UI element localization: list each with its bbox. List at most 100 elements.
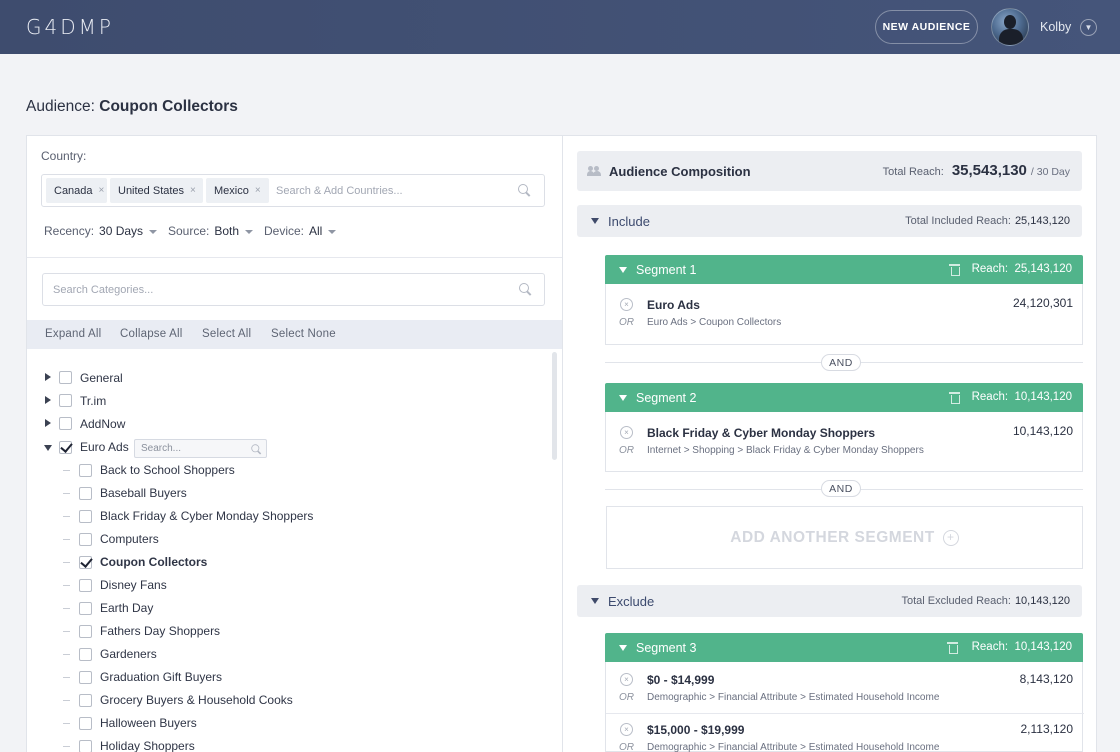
tree-item-addnow[interactable]: AddNow — [80, 415, 125, 433]
tree-item[interactable]: Baseball Buyers — [100, 484, 187, 502]
category-checkbox[interactable] — [59, 441, 72, 454]
remove-chip-icon[interactable]: × — [99, 185, 105, 196]
remove-chip-icon[interactable]: × — [255, 185, 261, 196]
included-reach: Total Included Reach: 25,143,120 — [905, 215, 1070, 227]
recency-filter[interactable]: Recency: 30 Days — [44, 224, 158, 238]
collapse-arrow-icon[interactable] — [619, 267, 627, 273]
new-audience-button[interactable]: NEW AUDIENCE — [875, 10, 978, 44]
remove-row-icon[interactable]: × — [620, 723, 633, 736]
trash-icon[interactable] — [949, 392, 960, 404]
page-title: Audience: Coupon Collectors — [26, 98, 238, 116]
category-toolbar: Expand All Collapse All Select All Selec… — [27, 320, 562, 349]
total-reach: Total Reach: 35,543,130 / 30 Day — [882, 162, 1070, 179]
category-checkbox[interactable] — [79, 556, 92, 569]
and-operator[interactable]: AND — [821, 480, 861, 497]
search-icon[interactable] — [519, 283, 532, 296]
app-logo[interactable]: G4DMP — [26, 15, 114, 39]
segment-reach: Reach: 10,143,120 — [971, 641, 1072, 653]
expand-arrow-icon[interactable] — [45, 373, 51, 381]
and-operator[interactable]: AND — [821, 354, 861, 371]
tree-item[interactable]: Gardeners — [100, 645, 157, 663]
segment-row-value: 8,143,120 — [1019, 672, 1073, 686]
category-checkbox[interactable] — [79, 717, 92, 730]
top-navbar: G4DMP NEW AUDIENCE Kolby ▼ — [0, 0, 1120, 54]
segment-row-value: 2,113,120 — [1020, 722, 1074, 736]
user-name[interactable]: Kolby — [1040, 20, 1071, 34]
tree-item[interactable]: Earth Day — [100, 599, 153, 617]
segment-row-value: 24,120,301 — [1012, 296, 1073, 310]
tree-item[interactable]: Computers — [100, 530, 159, 548]
trash-icon[interactable] — [949, 264, 960, 276]
category-checkbox[interactable] — [79, 510, 92, 523]
category-checkbox[interactable] — [79, 740, 92, 752]
search-icon[interactable] — [251, 444, 261, 454]
tree-item[interactable]: Fathers Day Shoppers — [100, 622, 220, 640]
tree-item[interactable]: Disney Fans — [100, 576, 167, 594]
country-selector[interactable]: Canada × United States × Mexico × Search & … — [41, 174, 545, 207]
trash-icon[interactable] — [947, 642, 958, 654]
include-section-header[interactable]: Include Total Included Reach: 25,143,120 — [577, 205, 1082, 237]
tree-item[interactable]: Graduation Gift Buyers — [100, 668, 222, 686]
collapse-arrow-icon[interactable] — [591, 218, 599, 224]
country-search-input[interactable]: Search & Add Countries... — [276, 185, 403, 197]
category-checkbox[interactable] — [79, 464, 92, 477]
chevron-down-icon[interactable]: ▼ — [1080, 19, 1097, 36]
search-icon[interactable] — [518, 184, 531, 197]
remove-row-icon[interactable]: × — [620, 298, 633, 311]
category-checkbox[interactable] — [79, 694, 92, 707]
tree-item[interactable]: Black Friday & Cyber Monday Shoppers — [100, 507, 313, 525]
category-search-input[interactable]: Search Categories... — [42, 273, 545, 306]
category-checkbox[interactable] — [79, 648, 92, 661]
category-checkbox[interactable] — [79, 487, 92, 500]
expand-all-button[interactable]: Expand All — [45, 328, 101, 340]
euro-ads-search-input[interactable]: Search... — [134, 439, 267, 458]
collapse-arrow-icon[interactable] — [619, 645, 627, 651]
tree-item[interactable]: Halloween Buyers — [100, 714, 197, 732]
segment-row-path: Euro Ads > Coupon Collectors — [647, 317, 782, 328]
tree-item-euro-ads[interactable]: Euro Ads — [80, 438, 129, 456]
collapse-all-button[interactable]: Collapse All — [120, 328, 183, 340]
segment-header[interactable]: Segment 2 Reach: 10,143,120 — [605, 383, 1083, 412]
country-label: Country: — [41, 149, 87, 163]
tree-item-general[interactable]: General — [80, 369, 123, 387]
segment-body: × OR Black Friday & Cyber Monday Shopper… — [605, 412, 1083, 472]
page-title-prefix: Audience: — [26, 98, 95, 115]
segment-row-path: Demographic > Financial Attribute > Esti… — [647, 692, 940, 703]
tree-item[interactable]: Back to School Shoppers — [100, 461, 235, 479]
add-segment-button[interactable]: ADD ANOTHER SEGMENT + — [606, 506, 1083, 569]
tree-item-trim[interactable]: Tr.im — [80, 392, 106, 410]
category-checkbox[interactable] — [79, 579, 92, 592]
tree-scrollbar[interactable] — [552, 352, 557, 460]
collapse-arrow-icon[interactable] — [591, 598, 599, 604]
device-filter[interactable]: Device: All — [264, 224, 337, 238]
category-checkbox[interactable] — [79, 671, 92, 684]
collapse-arrow-icon[interactable] — [619, 395, 627, 401]
category-checkbox[interactable] — [59, 417, 72, 430]
segment-header[interactable]: Segment 3 Reach: 10,143,120 — [605, 633, 1083, 662]
people-icon — [587, 166, 601, 176]
source-filter[interactable]: Source: Both — [168, 224, 254, 238]
segment-header[interactable]: Segment 1 Reach: 25,143,120 — [605, 255, 1083, 284]
category-checkbox[interactable] — [79, 625, 92, 638]
collapse-arrow-icon[interactable] — [44, 445, 52, 451]
country-chip: Mexico × — [206, 178, 269, 203]
tree-item[interactable]: Holiday Shoppers — [100, 737, 195, 752]
category-checkbox[interactable] — [59, 371, 72, 384]
tree-item-selected[interactable]: Coupon Collectors — [100, 553, 207, 571]
category-checkbox[interactable] — [59, 394, 72, 407]
segment-row-name: Euro Ads — [647, 298, 700, 312]
remove-row-icon[interactable]: × — [620, 673, 633, 686]
remove-chip-icon[interactable]: × — [190, 185, 196, 196]
select-all-button[interactable]: Select All — [202, 328, 251, 340]
expand-arrow-icon[interactable] — [45, 396, 51, 404]
remove-row-icon[interactable]: × — [620, 426, 633, 439]
exclude-section-header[interactable]: Exclude Total Excluded Reach: 10,143,120 — [577, 585, 1082, 617]
category-checkbox[interactable] — [79, 533, 92, 546]
select-none-button[interactable]: Select None — [271, 328, 336, 340]
audience-name: Coupon Collectors — [99, 98, 238, 115]
category-checkbox[interactable] — [79, 602, 92, 615]
tree-item[interactable]: Grocery Buyers & Household Cooks — [100, 691, 293, 709]
user-avatar[interactable] — [991, 8, 1029, 46]
expand-arrow-icon[interactable] — [45, 419, 51, 427]
plus-circle-icon: + — [942, 529, 959, 546]
